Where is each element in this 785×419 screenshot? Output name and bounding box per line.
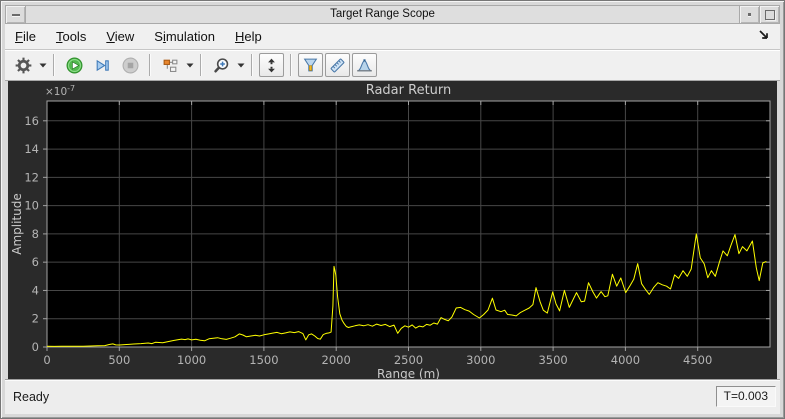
x-tick-label: 1000 xyxy=(177,353,206,367)
run-icon xyxy=(66,57,83,74)
status-text: Ready xyxy=(13,390,50,404)
x-tick-label: 500 xyxy=(108,353,130,367)
zoom-in-icon xyxy=(213,57,230,74)
x-axis-label: Range (m) xyxy=(377,367,440,379)
zoom-button[interactable] xyxy=(208,52,234,78)
x-tick-label: 3000 xyxy=(466,353,495,367)
settings-dropdown-caret[interactable] xyxy=(37,53,48,77)
stop-icon xyxy=(122,57,139,74)
minimize-button[interactable] xyxy=(739,6,759,23)
y-tick-label: 0 xyxy=(32,340,39,354)
highlight-simulink-block-dropdown-caret[interactable] xyxy=(184,53,195,77)
y-tick-label: 14 xyxy=(24,142,39,156)
x-tick-label: 4000 xyxy=(611,353,640,367)
y-tick-label: 6 xyxy=(32,255,39,269)
x-tick-label: 2500 xyxy=(394,353,423,367)
step-forward-icon xyxy=(94,57,111,74)
highlight-simulink-block-button[interactable] xyxy=(157,52,183,78)
caret-down-icon xyxy=(186,63,194,68)
menu-file[interactable]: File xyxy=(15,29,36,44)
toolbar-separator xyxy=(200,54,202,76)
simulink-blocks-icon xyxy=(162,57,179,74)
y-tick-label: 4 xyxy=(32,283,39,297)
x-tick-label: 1500 xyxy=(249,353,278,367)
simulation-time: T=0.003 xyxy=(715,386,776,407)
toolbar-separator xyxy=(149,54,151,76)
toolbar xyxy=(5,50,780,81)
toolbar-separator xyxy=(53,54,55,76)
gear-icon xyxy=(15,57,32,74)
scale-axes-button[interactable] xyxy=(259,53,284,77)
zoom-dropdown-caret[interactable] xyxy=(235,53,246,77)
minimize-icon xyxy=(748,13,751,16)
caret-down-icon xyxy=(237,63,245,68)
y-axis-multiplier: ×10-7 xyxy=(45,84,75,98)
window-menu-button[interactable] xyxy=(6,6,26,23)
menu-view[interactable]: View xyxy=(106,29,134,44)
trigger-icon xyxy=(302,57,319,74)
y-tick-label: 2 xyxy=(32,312,39,326)
x-tick-label: 3500 xyxy=(538,353,567,367)
radar-return-plot[interactable]: 0 500 1000 1500 2000 2500 3000 3500 4000 4500 0 2 4 6… xyxy=(8,81,777,379)
run-button[interactable] xyxy=(61,52,87,78)
peak-finder-icon xyxy=(356,57,373,74)
window-menu-icon xyxy=(11,13,20,16)
y-tick-label: 10 xyxy=(24,199,39,213)
toolbar-separator xyxy=(290,54,292,76)
menu-simulation[interactable]: Simulation xyxy=(154,29,215,44)
menu-tools[interactable]: Tools xyxy=(56,29,86,44)
statusbar: Ready T=0.003 xyxy=(5,379,780,414)
menu-help[interactable]: Help xyxy=(235,29,262,44)
window-title: Target Range Scope xyxy=(330,8,435,20)
maximize-button[interactable] xyxy=(759,6,779,23)
stop-button xyxy=(117,52,143,78)
step-forward-button[interactable] xyxy=(89,52,115,78)
y-tick-label: 16 xyxy=(24,114,39,128)
settings-button[interactable] xyxy=(10,52,36,78)
peak-finder-button[interactable] xyxy=(352,53,377,77)
menubar: File Tools View Simulation Help xyxy=(5,24,780,50)
y-tick-label: 12 xyxy=(24,170,39,184)
scale-y-axis-icon xyxy=(263,57,280,74)
y-tick-label: 8 xyxy=(32,227,39,241)
x-tick-label: 2000 xyxy=(322,353,351,367)
plot-panel: 0 500 1000 1500 2000 2500 3000 3500 4000 4500 0 2 4 6… xyxy=(8,81,777,379)
trigger-button[interactable] xyxy=(298,53,323,77)
maximize-icon xyxy=(764,9,775,20)
x-tick-label: 0 xyxy=(43,353,50,367)
plot-title: Radar Return xyxy=(366,83,452,98)
undock-arrow-icon[interactable] xyxy=(756,27,772,43)
cursor-measurements-button[interactable] xyxy=(325,53,350,77)
ruler-icon xyxy=(329,57,346,74)
x-tick-label: 4500 xyxy=(683,353,712,367)
caret-down-icon xyxy=(39,63,47,68)
titlebar[interactable]: Target Range Scope xyxy=(5,5,780,24)
toolbar-separator xyxy=(251,54,253,76)
scope-window: Target Range Scope File Tools View Simulati… xyxy=(0,0,785,419)
y-axis-label: Amplitude xyxy=(10,193,24,255)
